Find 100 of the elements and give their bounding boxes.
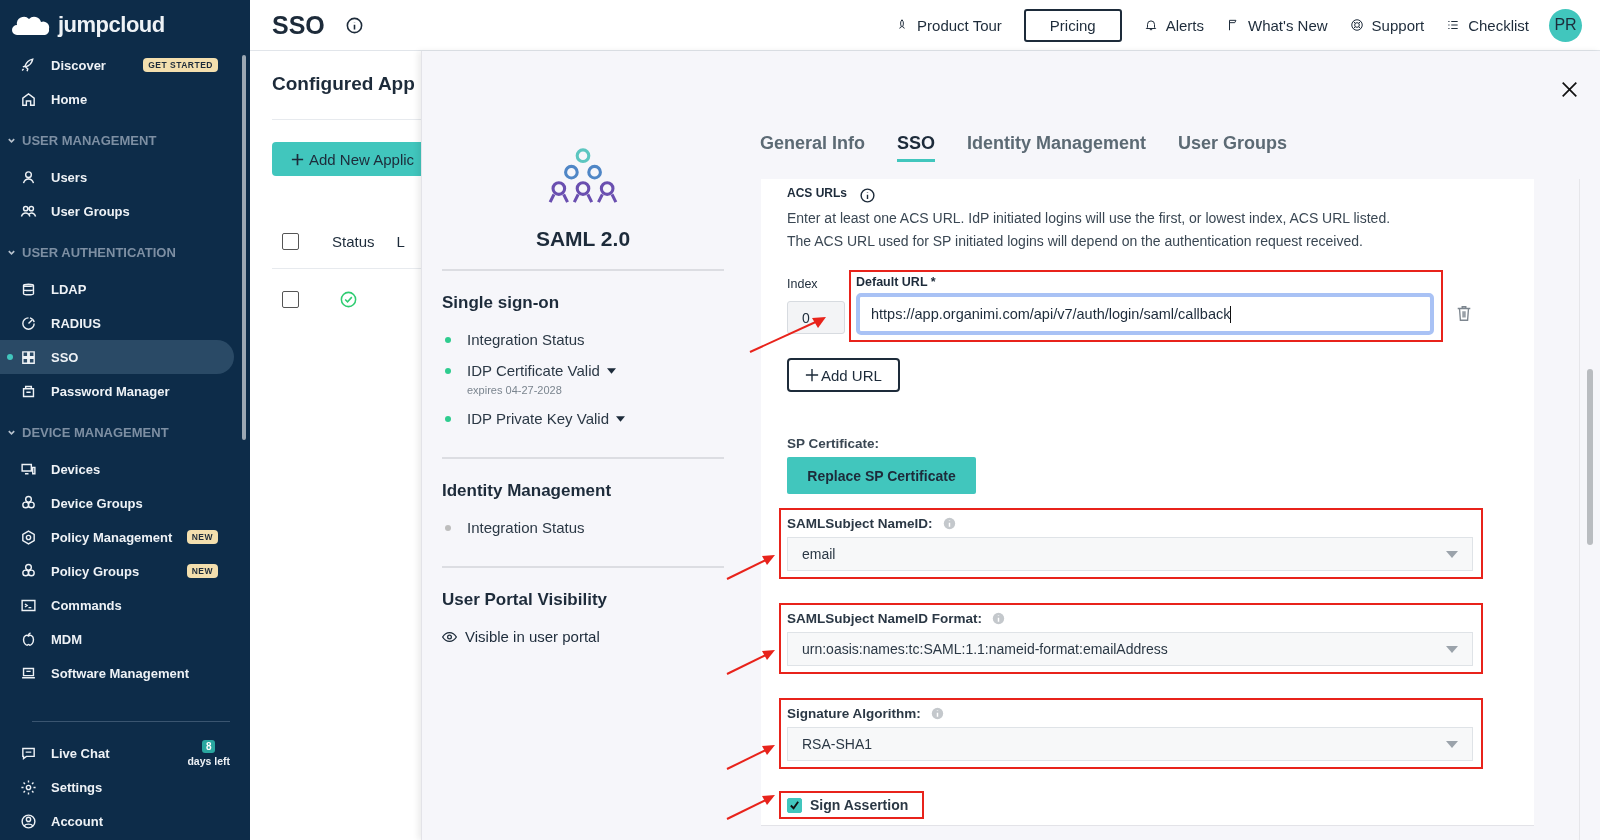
nav-link[interactable]: Product Tour xyxy=(917,16,1002,34)
bell-icon[interactable] xyxy=(1143,18,1158,32)
plus-icon xyxy=(805,368,819,382)
active-indicator xyxy=(7,354,13,360)
pricing-button[interactable]: Pricing xyxy=(1023,8,1122,42)
apple-icon xyxy=(20,630,37,648)
field-label: Signature Algorithm: xyxy=(787,706,921,721)
sidebar-item[interactable]: Policy Groups NEW xyxy=(0,554,234,588)
sidebar-item[interactable]: MDM xyxy=(0,622,234,656)
user-icon xyxy=(20,168,37,186)
row-checkbox[interactable] xyxy=(282,290,299,308)
settings-icon xyxy=(20,778,37,796)
new-badge: NEW xyxy=(186,530,218,544)
sidebar-item[interactable]: Device Groups xyxy=(0,486,234,520)
section-title: Configured App xyxy=(272,73,416,95)
sidebar-item[interactable]: Users xyxy=(0,160,234,194)
caret-icon[interactable] xyxy=(616,415,625,422)
section-title: User Portal Visibility xyxy=(442,590,609,610)
scrollbar[interactable] xyxy=(242,55,246,440)
grid-icon xyxy=(20,348,37,366)
tab[interactable]: Identity Management xyxy=(967,133,1147,159)
new-badge: NEW xyxy=(186,564,218,578)
account-icon xyxy=(20,812,37,830)
eye-icon xyxy=(442,631,457,642)
user-avatar[interactable]: PR xyxy=(1549,8,1582,42)
replace-certificate-button[interactable]: Replace SP Certificate xyxy=(787,457,976,494)
help-text: The ACS URL used for SP initiated logins will depend on the authentication request received. xyxy=(787,233,1364,250)
database-icon xyxy=(20,280,37,298)
field-label: Default URL * xyxy=(856,275,937,289)
sidebar-item[interactable]: Password Manager xyxy=(0,374,234,408)
select-dropdown[interactable]: email xyxy=(787,537,1473,571)
plus-icon xyxy=(290,151,305,167)
status-label: IDP Private Key Valid xyxy=(467,410,609,427)
sidebar-item[interactable]: LDAP xyxy=(0,272,234,306)
status-label: IDP Certificate Valid xyxy=(467,362,600,379)
caret-icon xyxy=(1446,740,1458,748)
nav-link[interactable]: Support xyxy=(1371,16,1425,34)
info-icon[interactable] xyxy=(344,15,364,35)
info-icon[interactable] xyxy=(859,187,876,204)
add-application-button[interactable]: Add New Applic xyxy=(272,142,421,176)
status-label: Integration Status xyxy=(467,331,585,348)
select-dropdown[interactable]: RSA-SHA1 xyxy=(787,727,1473,761)
field-label: SAMLSubject NameID: xyxy=(787,516,933,531)
status-label: Integration Status xyxy=(467,519,585,536)
home-icon xyxy=(20,90,37,108)
trash-icon[interactable] xyxy=(1455,304,1473,322)
checkbox[interactable] xyxy=(787,797,802,813)
sidebar-item[interactable]: Home xyxy=(0,82,234,116)
trial-text: days left xyxy=(187,754,230,767)
field-label: ACS URLs xyxy=(787,185,847,200)
sidebar-item[interactable]: Software Management xyxy=(0,656,234,690)
rocket-icon xyxy=(20,56,37,74)
tab[interactable]: General Info xyxy=(760,133,866,159)
caret-icon xyxy=(1446,550,1458,558)
lifebuoy-icon[interactable] xyxy=(1349,18,1364,32)
close-icon[interactable] xyxy=(1561,81,1578,98)
checklist-icon[interactable] xyxy=(1446,18,1461,32)
index-field[interactable]: 0 xyxy=(787,301,845,334)
section-header[interactable]: DEVICE MANAGEMENT xyxy=(0,418,250,446)
select-all-checkbox[interactable] xyxy=(282,232,299,250)
tab[interactable]: User Groups xyxy=(1178,133,1288,159)
sidebar-item[interactable]: Live Chat 8 days left xyxy=(0,736,250,770)
nav-link[interactable]: What's New xyxy=(1248,16,1328,34)
nav-link[interactable]: Alerts xyxy=(1165,16,1205,34)
sidebar-item[interactable]: Devices xyxy=(0,452,234,486)
checkbox-label: Sign Assertion xyxy=(810,797,909,813)
column-header: L xyxy=(396,232,405,250)
trial-count-badge: 8 xyxy=(201,739,216,753)
sidebar-item[interactable]: RADIUS xyxy=(0,306,234,340)
sidebar-item[interactable]: Commands xyxy=(0,588,234,622)
select-dropdown[interactable]: urn:oasis:names:tc:SAML:1.1:nameid-format:emailAddress xyxy=(787,632,1473,666)
help-text: Enter at least one ACS URL. IdP initiated logins will use the first, or lowest index, ACS URL listed. xyxy=(787,210,1392,227)
field-label: Index xyxy=(787,277,819,291)
field-label: SAMLSubject NameID Format: xyxy=(787,611,983,626)
visibility-label: Visible in user portal xyxy=(465,628,600,645)
add-url-button[interactable]: Add URL xyxy=(787,358,900,392)
caret-icon xyxy=(1446,645,1458,653)
section-title: Identity Management xyxy=(442,481,613,501)
section-header[interactable]: USER AUTHENTICATION xyxy=(0,238,250,266)
app-name: SAML 2.0 xyxy=(442,227,724,271)
sidebar-item[interactable]: Discover GET STARTED xyxy=(0,48,234,82)
sidebar-item[interactable]: Settings xyxy=(0,770,250,804)
sidebar-item[interactable]: Account xyxy=(0,804,250,838)
sidebar-item[interactable]: Policy Management NEW xyxy=(0,520,234,554)
column-header: Status xyxy=(332,232,375,250)
caret-icon[interactable] xyxy=(606,367,616,374)
sidebar-item[interactable]: User Groups xyxy=(0,194,234,228)
gauge-icon xyxy=(20,314,37,332)
hexagon-icon xyxy=(20,528,37,546)
expiry-note: expires 04-27-2028 xyxy=(467,384,563,396)
tab[interactable]: SSO xyxy=(897,133,936,162)
logo-text: jumpcloud xyxy=(58,12,165,38)
get-started-badge: GET STARTED xyxy=(143,58,218,72)
sidebar-item[interactable]: SSO xyxy=(0,340,234,374)
url-input-field[interactable]: https://app.organimi.com/api/v7/auth/login/saml/callback xyxy=(856,293,1434,335)
section-header[interactable]: USER MANAGEMENT xyxy=(0,126,250,154)
page-title: SSO xyxy=(272,10,325,40)
field-label: SP Certificate: xyxy=(787,436,881,451)
section-title: Single sign-on xyxy=(442,293,561,313)
nav-link[interactable]: Checklist xyxy=(1468,16,1529,34)
